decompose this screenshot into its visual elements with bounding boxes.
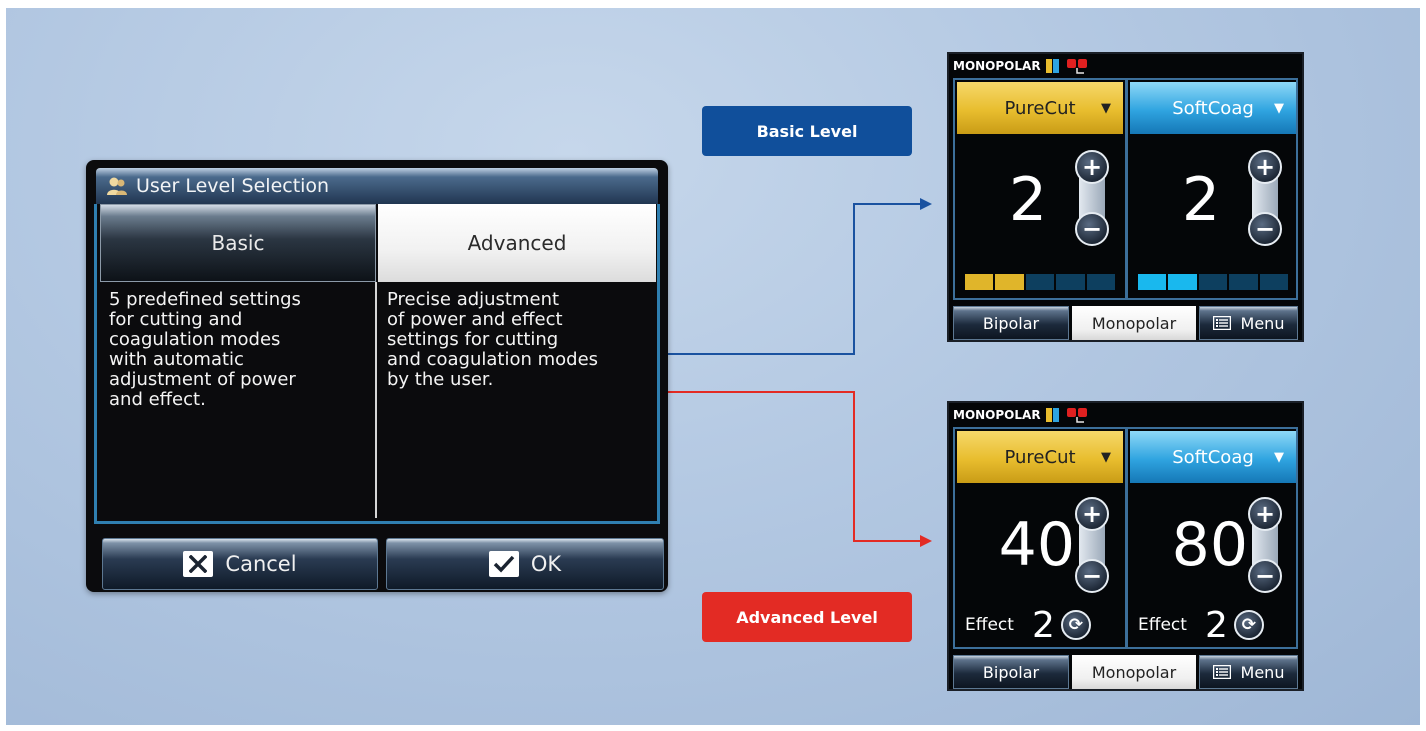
- coag-channel: SoftCoag ▼ 2 + −: [1128, 80, 1298, 298]
- minus-icon[interactable]: −: [1248, 212, 1282, 246]
- level-segment: [1168, 274, 1197, 290]
- level-segment: [1025, 274, 1055, 290]
- minus-icon[interactable]: −: [1248, 559, 1282, 593]
- dropdown-caret-icon: ▼: [1101, 449, 1111, 465]
- cut-mode-dropdown[interactable]: PureCut ▼: [957, 82, 1123, 134]
- level-segment: [965, 274, 994, 290]
- level-segment: [1056, 274, 1085, 290]
- tab-menu[interactable]: Menu: [1199, 306, 1298, 340]
- foot-pedal-icon: [1066, 408, 1087, 423]
- advanced-connector-arrow: [920, 535, 932, 547]
- tab-monopolar[interactable]: Monopolar: [1072, 655, 1196, 689]
- coag-power-value: 80: [1171, 510, 1248, 580]
- effect-label: Effect: [965, 615, 1014, 635]
- effect-label: Effect: [1138, 615, 1187, 635]
- tab-monopolar[interactable]: Monopolar: [1072, 306, 1196, 340]
- level-segment: [995, 274, 1024, 290]
- canvas-background: User Level Selection Basic Advanced 5 pr…: [6, 8, 1420, 725]
- mode-colors-icon: [1045, 408, 1060, 422]
- dropdown-caret-icon: ▼: [1101, 100, 1111, 116]
- list-icon: [1212, 316, 1231, 330]
- coag-channel: SoftCoag ▼ 80 + − Effect 2 ⟳: [1128, 429, 1298, 647]
- coag-mode-label: SoftCoag: [1172, 97, 1254, 119]
- level-segment: [1198, 274, 1228, 290]
- tab-basic[interactable]: Basic: [100, 204, 376, 282]
- minus-icon[interactable]: −: [1075, 559, 1109, 593]
- user-level-dialog: User Level Selection Basic Advanced 5 pr…: [86, 160, 668, 592]
- cut-effect-row: Effect 2 ⟳: [965, 604, 1121, 646]
- cycle-icon[interactable]: ⟳: [1060, 610, 1091, 640]
- users-icon: [107, 177, 127, 195]
- screen-header: MONOPOLAR: [953, 406, 1088, 424]
- coag-level-bar: [1138, 274, 1289, 290]
- menu-label: Menu: [1240, 313, 1285, 333]
- coag-level-stepper: + −: [1246, 150, 1284, 250]
- cut-mode-label: PureCut: [1004, 97, 1076, 119]
- advanced-level-screen: MONOPOLAR PureCut ▼ 40 + − Effect 2 ⟳ So…: [947, 401, 1304, 691]
- minus-icon[interactable]: −: [1075, 212, 1109, 246]
- tab-bipolar[interactable]: Bipolar: [953, 655, 1069, 689]
- channel-frame: PureCut ▼ 2 + − SoftCoag ▼ 2 + −: [953, 78, 1298, 300]
- screen-tab-bar: Bipolar Monopolar Menu: [953, 306, 1298, 340]
- coag-effect-row: Effect 2 ⟳: [1138, 604, 1294, 646]
- dialog-body: Basic Advanced 5 predefined settings for…: [94, 204, 660, 524]
- cancel-button[interactable]: Cancel: [102, 538, 378, 590]
- advanced-connector-line: [668, 391, 922, 542]
- basic-level-screen: MONOPOLAR PureCut ▼ 2 + − SoftCoag ▼ 2 +…: [947, 52, 1304, 342]
- level-segment: [1229, 274, 1258, 290]
- coag-mode-dropdown[interactable]: SoftCoag ▼: [1130, 431, 1296, 483]
- cut-level-value: 2: [1008, 165, 1048, 235]
- cut-level-bar: [965, 274, 1116, 290]
- cut-level-stepper: + −: [1073, 150, 1111, 250]
- menu-label: Menu: [1240, 662, 1285, 682]
- plus-icon[interactable]: +: [1248, 150, 1282, 184]
- ok-button[interactable]: OK: [386, 538, 664, 590]
- plus-icon[interactable]: +: [1075, 497, 1109, 531]
- effect-value: 2: [1031, 604, 1055, 646]
- cut-power-value: 40: [998, 510, 1075, 580]
- cut-channel: PureCut ▼ 2 + −: [955, 80, 1125, 298]
- plus-icon[interactable]: +: [1248, 497, 1282, 531]
- dialog-title-bar: User Level Selection: [96, 168, 658, 204]
- foot-pedal-icon: [1066, 59, 1087, 74]
- basic-description: 5 predefined settings for cutting and co…: [109, 289, 301, 410]
- coag-mode-dropdown[interactable]: SoftCoag ▼: [1130, 82, 1296, 134]
- close-icon: [183, 551, 214, 577]
- cut-channel: PureCut ▼ 40 + − Effect 2 ⟳: [955, 429, 1125, 647]
- basic-level-label: Basic Level: [702, 106, 912, 156]
- coag-mode-label: SoftCoag: [1172, 446, 1254, 468]
- check-icon: [488, 551, 519, 577]
- column-divider: [375, 282, 377, 518]
- mode-header-label: MONOPOLAR: [953, 408, 1041, 422]
- screen-tab-bar: Bipolar Monopolar Menu: [953, 655, 1298, 689]
- channel-frame: PureCut ▼ 40 + − Effect 2 ⟳ SoftCoag ▼ 8…: [953, 427, 1298, 649]
- cut-mode-label: PureCut: [1004, 446, 1076, 468]
- effect-value: 2: [1204, 604, 1228, 646]
- dropdown-caret-icon: ▼: [1274, 100, 1284, 116]
- tab-advanced[interactable]: Advanced: [378, 204, 656, 282]
- dialog-title: User Level Selection: [136, 175, 330, 197]
- ok-label: OK: [530, 552, 562, 576]
- cut-mode-dropdown[interactable]: PureCut ▼: [957, 431, 1123, 483]
- cycle-icon[interactable]: ⟳: [1233, 610, 1264, 640]
- tab-menu[interactable]: Menu: [1199, 655, 1298, 689]
- plus-icon[interactable]: +: [1075, 150, 1109, 184]
- coag-power-stepper: + −: [1246, 497, 1284, 597]
- cancel-label: Cancel: [225, 552, 297, 576]
- cut-power-stepper: + −: [1073, 497, 1111, 597]
- mode-colors-icon: [1045, 59, 1060, 73]
- basic-connector-arrow: [920, 198, 932, 210]
- advanced-level-label: Advanced Level: [702, 592, 912, 642]
- list-icon: [1212, 665, 1231, 679]
- level-segment: [1086, 274, 1116, 290]
- advanced-description: Precise adjustment of power and effect s…: [387, 289, 599, 390]
- tab-bipolar[interactable]: Bipolar: [953, 306, 1069, 340]
- dropdown-caret-icon: ▼: [1274, 449, 1284, 465]
- basic-connector-line: [668, 203, 922, 355]
- level-segment: [1138, 274, 1167, 290]
- mode-header-label: MONOPOLAR: [953, 59, 1041, 73]
- level-segment: [1259, 274, 1289, 290]
- coag-level-value: 2: [1181, 165, 1221, 235]
- screen-header: MONOPOLAR: [953, 57, 1088, 75]
